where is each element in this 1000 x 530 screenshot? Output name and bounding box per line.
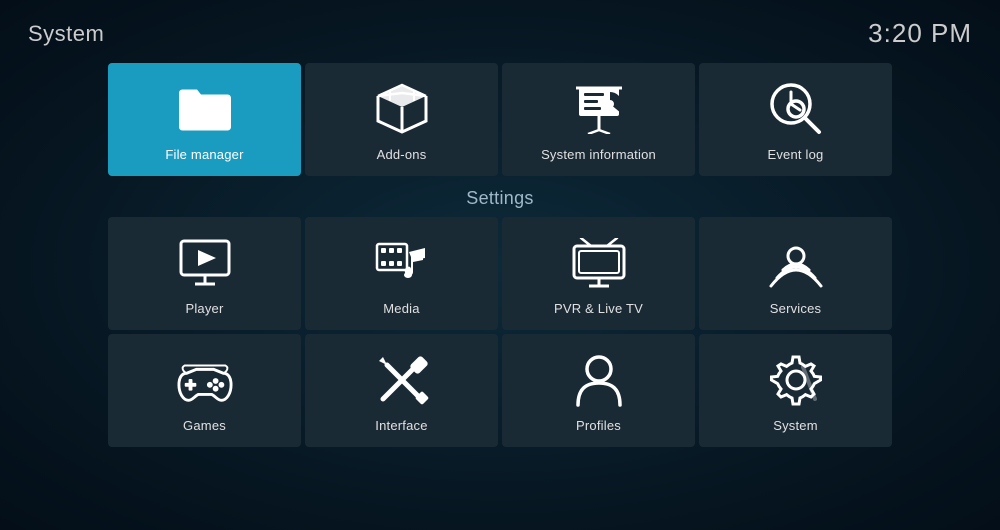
settings-row-1: Player <box>108 217 892 330</box>
tile-label-file-manager: File manager <box>165 147 243 162</box>
tile-label-media: Media <box>383 301 419 316</box>
tile-label-interface: Interface <box>375 418 427 433</box>
top-row: File manager Add-ons <box>0 63 1000 176</box>
tile-label-system: System <box>773 418 818 433</box>
settings-title: Settings <box>0 188 1000 209</box>
gamepad-icon <box>177 352 233 408</box>
tile-system-information[interactable]: System information <box>502 63 695 176</box>
gear-wrench-icon <box>768 352 824 408</box>
tile-label-services: Services <box>770 301 821 316</box>
box-icon <box>374 81 430 137</box>
tile-label-add-ons: Add-ons <box>377 147 427 162</box>
tile-services[interactable]: Services <box>699 217 892 330</box>
paintbrush-icon <box>374 352 430 408</box>
tv-icon <box>571 235 627 291</box>
user-icon <box>571 352 627 408</box>
monitor-play-icon <box>177 235 233 291</box>
tile-event-log[interactable]: Event log <box>699 63 892 176</box>
folder-icon <box>177 81 233 137</box>
tile-system[interactable]: System <box>699 334 892 447</box>
clock: 3:20 PM <box>868 18 972 49</box>
tile-label-player: Player <box>185 301 223 316</box>
tile-pvr-live-tv[interactable]: PVR & Live TV <box>502 217 695 330</box>
settings-section: Settings Player <box>0 188 1000 447</box>
tile-label-games: Games <box>183 418 226 433</box>
settings-row-2: Games Interface <box>108 334 892 447</box>
tile-label-pvr-live-tv: PVR & Live TV <box>554 301 643 316</box>
header: System 3:20 PM <box>0 0 1000 59</box>
tile-games[interactable]: Games <box>108 334 301 447</box>
podcast-icon <box>768 235 824 291</box>
tile-media[interactable]: Media <box>305 217 498 330</box>
tile-player[interactable]: Player <box>108 217 301 330</box>
settings-grid: Player <box>0 217 1000 447</box>
media-icon <box>374 235 430 291</box>
tile-label-profiles: Profiles <box>576 418 621 433</box>
tile-interface[interactable]: Interface <box>305 334 498 447</box>
clock-search-icon <box>768 81 824 137</box>
page-title: System <box>28 21 104 47</box>
tile-add-ons[interactable]: Add-ons <box>305 63 498 176</box>
tile-profiles[interactable]: Profiles <box>502 334 695 447</box>
presentation-icon <box>571 81 627 137</box>
tile-label-system-information: System information <box>541 147 656 162</box>
tile-label-event-log: Event log <box>767 147 823 162</box>
tile-file-manager[interactable]: File manager <box>108 63 301 176</box>
